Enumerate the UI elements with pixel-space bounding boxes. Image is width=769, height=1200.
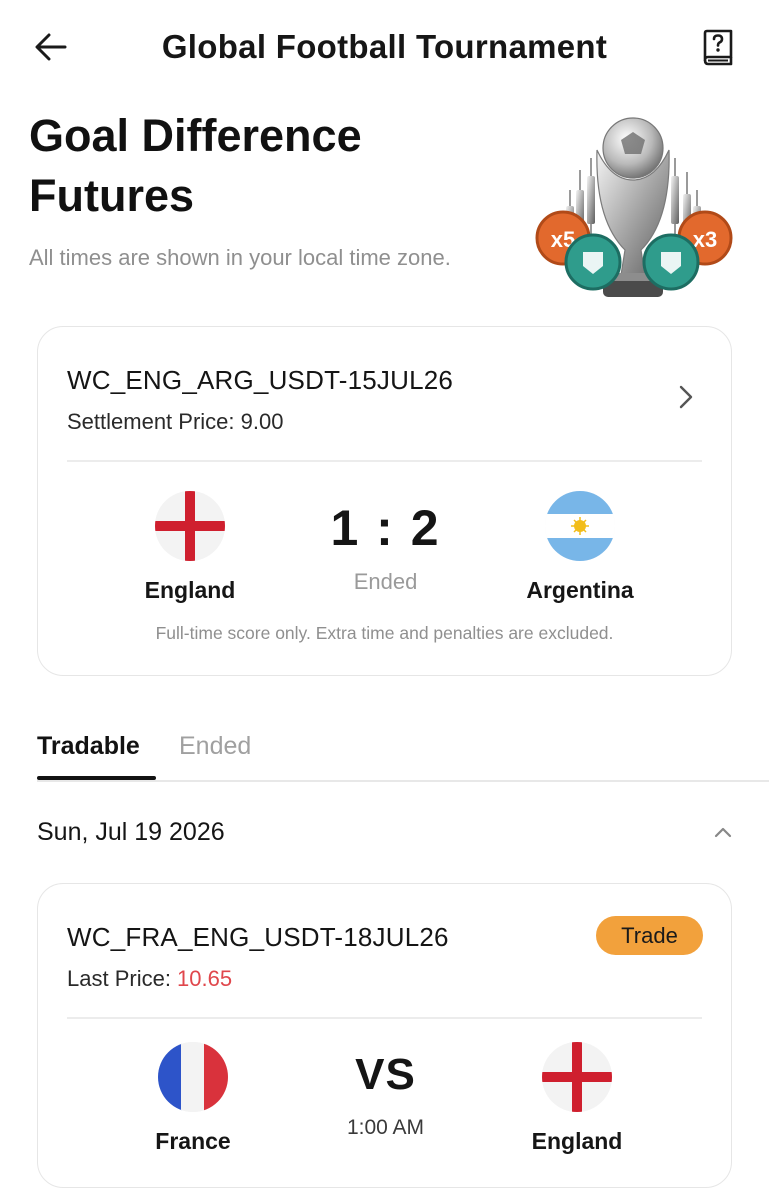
settlement-price-label: Settlement Price: — [67, 409, 241, 434]
settlement-price-value: 9.00 — [240, 409, 284, 434]
timezone-note: All times are shown in your local time z… — [29, 245, 451, 270]
contract-symbol: WC_ENG_ARG_USDT-15JUL26 — [67, 365, 454, 395]
settlement-price: Settlement Price: 9.00 — [67, 409, 283, 435]
chevron-right-icon — [679, 385, 693, 409]
final-score: 1 : 2 — [330, 500, 441, 556]
page-title: Global Football Tournament — [161, 28, 608, 65]
contract-symbol: WC_FRA_ENG_USDT-18JUL26 — [67, 922, 449, 952]
tradable-contract-card[interactable]: WC_FRA_ENG_USDT-18JUL26 Last Price: 10.6… — [37, 883, 732, 1188]
kickoff-time: 1:00 AM — [346, 1116, 425, 1139]
tab-ended[interactable]: Ended — [179, 732, 251, 761]
settled-contract-card[interactable]: WC_ENG_ARG_USDT-15JUL26 Settlement Price… — [37, 326, 732, 676]
top-bar: Global Football Tournament — [0, 0, 769, 96]
match-result: 1 : 2 Ended — [288, 499, 483, 595]
score-rule-note: Full-time score only. Extra time and pen… — [155, 623, 614, 643]
home-team-name: France — [155, 1128, 231, 1154]
home-team: England — [95, 491, 285, 604]
active-tab-indicator — [37, 776, 156, 780]
home-team: France — [98, 1042, 288, 1155]
away-team: England — [482, 1042, 672, 1155]
chevron-up-icon — [714, 827, 732, 838]
away-team-name: England — [531, 1128, 623, 1154]
away-team: Argentina — [485, 491, 675, 604]
help-book-icon — [703, 29, 733, 66]
tabs-divider — [37, 780, 769, 782]
date-group-header[interactable]: Sun, Jul 19 2026 — [37, 814, 737, 854]
market-tabs: Tradable Ended — [0, 724, 769, 782]
last-price: Last Price: 10.65 — [67, 966, 232, 992]
last-price-value: 10.65 — [177, 966, 233, 991]
hero-title: Goal Difference Futures — [29, 110, 362, 221]
trophy-icon: x5 x3 — [535, 117, 733, 297]
trophy-illustration: x5 x3 — [525, 110, 740, 310]
trade-button[interactable]: Trade — [596, 916, 703, 955]
collapse-button[interactable] — [711, 820, 735, 844]
versus-label: VS — [355, 1050, 416, 1099]
home-team-name: England — [144, 577, 236, 603]
england-flag-icon — [542, 1042, 612, 1112]
argentina-flag-icon — [545, 491, 615, 561]
england-flag-icon — [155, 491, 225, 561]
multiplier-x3-label: x3 — [693, 227, 717, 252]
card-divider — [67, 460, 702, 462]
contract-detail-link[interactable] — [674, 383, 698, 411]
france-flag-icon — [158, 1042, 228, 1112]
card-divider — [67, 1017, 702, 1019]
help-button[interactable] — [696, 26, 740, 70]
tab-tradable[interactable]: Tradable — [37, 732, 140, 761]
away-team-name: Argentina — [526, 577, 634, 603]
match-status: Ended — [353, 569, 418, 594]
match-info: VS 1:00 AM — [288, 1050, 483, 1140]
last-price-label: Last Price: — [67, 966, 178, 991]
date-group-label: Sun, Jul 19 2026 — [37, 818, 225, 846]
